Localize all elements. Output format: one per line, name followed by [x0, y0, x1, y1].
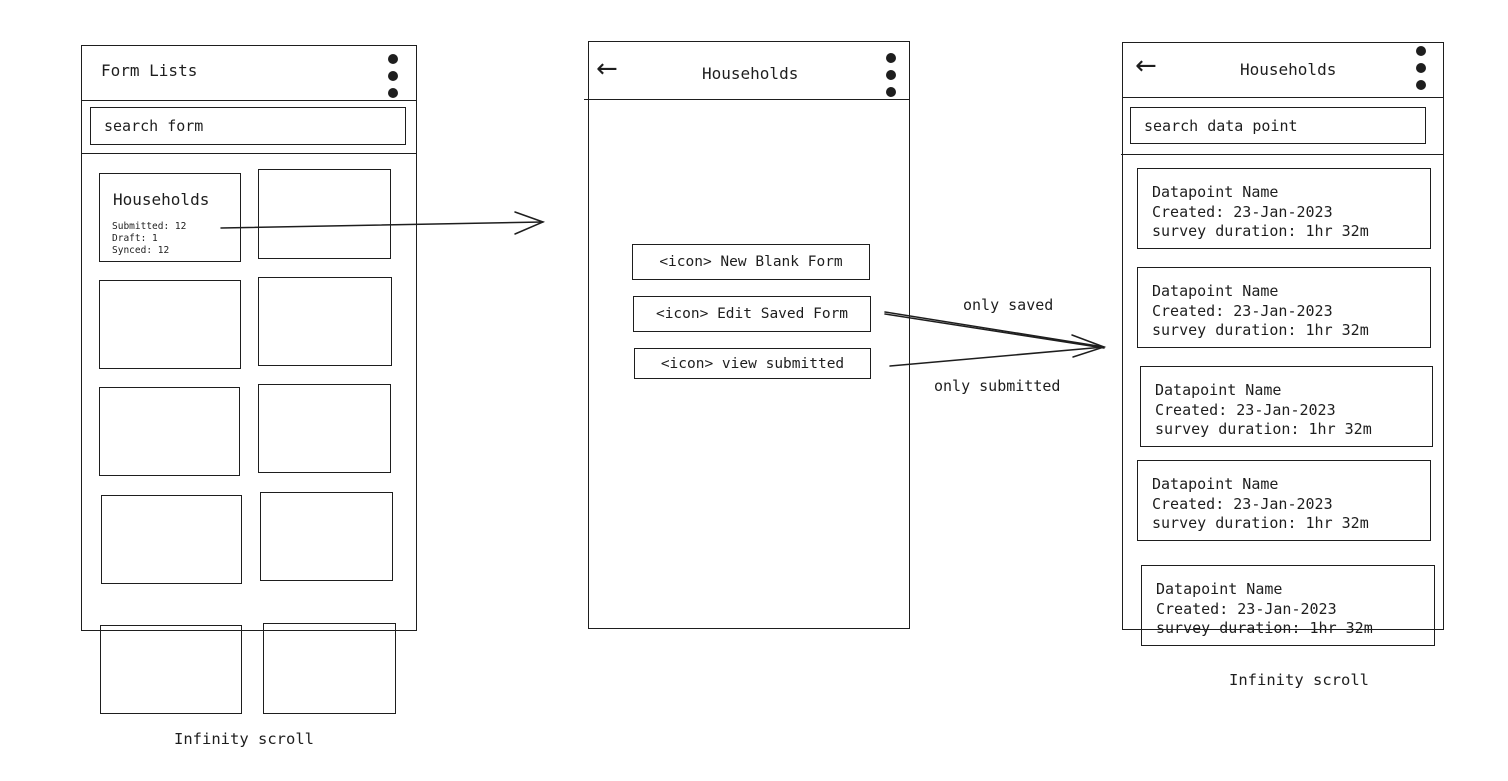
arrow-edit-saved-to-datapoints — [884, 311, 1105, 349]
arrow-form-card-to-actions — [220, 211, 546, 235]
arrow-view-submitted-to-datapoints — [889, 346, 1105, 367]
flow-connectors — [220, 211, 1107, 367]
